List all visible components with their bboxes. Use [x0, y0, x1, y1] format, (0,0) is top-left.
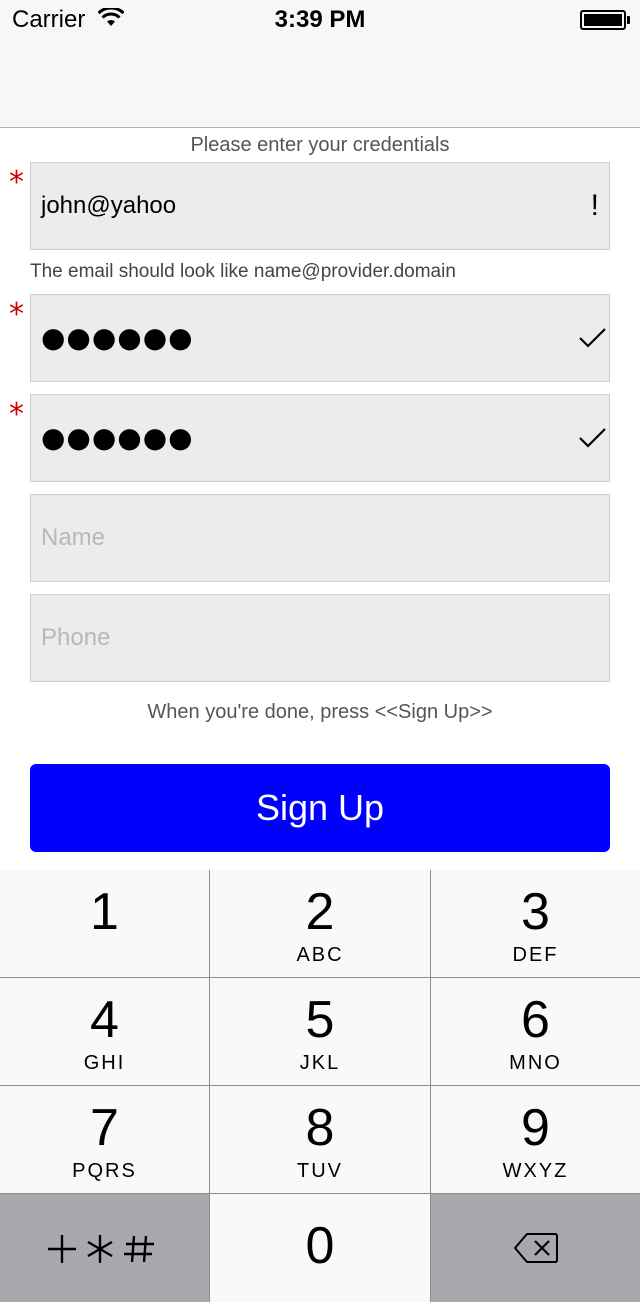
number-keypad: 1 2 ABC 3 DEF 4 GHI 5 JKL 6 MNO 7 PQRS 8… — [0, 870, 640, 1302]
key-1[interactable]: 1 — [0, 870, 209, 977]
phone-field[interactable]: Phone — [30, 594, 610, 682]
checkmark-icon — [579, 328, 606, 348]
credentials-hint: Please enter your credentials — [190, 134, 450, 156]
key-5[interactable]: 5 JKL — [210, 978, 430, 1085]
email-value: john@yahoo — [41, 192, 177, 219]
password-field[interactable]: ●●●●●● — [30, 294, 610, 382]
key-6[interactable]: 6 MNO — [431, 978, 640, 1085]
clock: 3:39 PM — [274, 6, 366, 33]
status-bar: Carrier 3:39 PM — [0, 0, 640, 40]
delete-key[interactable] — [431, 1194, 640, 1302]
key-3[interactable]: 3 DEF — [431, 870, 640, 977]
required-marker-email: * — [9, 165, 24, 200]
key-7[interactable]: 7 PQRS — [0, 1086, 209, 1193]
required-marker-password: * — [9, 297, 24, 332]
signup-hint: When you're done, press <<Sign Up>> — [147, 701, 493, 723]
battery-tip — [627, 16, 630, 24]
symbols-key[interactable]: +*# — [0, 1194, 209, 1302]
checkmark-icon — [579, 428, 606, 448]
phone-placeholder: Phone — [41, 624, 111, 651]
warning-icon: ! — [590, 189, 599, 222]
key-2[interactable]: 2 ABC — [210, 870, 430, 977]
password-value: ●●●●●● — [41, 321, 194, 354]
confirm-password-value: ●●●●●● — [41, 421, 194, 454]
name-placeholder: Name — [41, 524, 106, 551]
symbols-icon: +*# — [48, 1235, 154, 1263]
battery-icon — [580, 10, 626, 30]
confirm-password-field[interactable]: ●●●●●● — [30, 394, 610, 482]
key-4[interactable]: 4 GHI — [0, 978, 209, 1085]
key-8[interactable]: 8 TUV — [210, 1086, 430, 1193]
sign-up-button[interactable]: Sign Up — [30, 764, 610, 852]
name-field[interactable]: Name — [30, 494, 610, 582]
email-field[interactable]: john@yahoo ! — [30, 162, 610, 250]
backspace-icon — [514, 1233, 558, 1263]
navigation-bar — [0, 40, 640, 128]
key-0[interactable]: 0 — [210, 1194, 430, 1302]
email-format-hint: The email should look like name@provider… — [30, 261, 456, 282]
required-marker-confirm-password: * — [9, 397, 24, 432]
key-9[interactable]: 9 WXYZ — [431, 1086, 640, 1193]
